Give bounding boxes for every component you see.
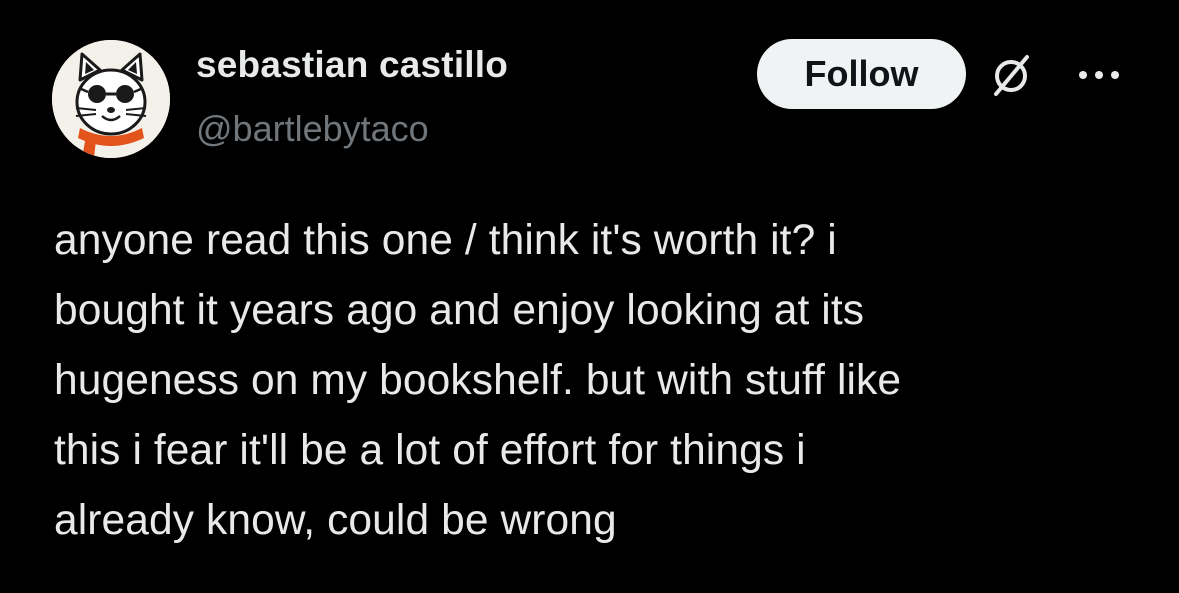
post-text: anyone read this one / think it's worth … bbox=[54, 217, 902, 544]
more-dots-icon[interactable] bbox=[1076, 63, 1122, 87]
author-display-name[interactable]: sebastian castillo bbox=[196, 44, 508, 86]
avatar[interactable] bbox=[52, 40, 170, 158]
follow-button[interactable]: Follow bbox=[757, 39, 966, 109]
author-handle[interactable]: @bartlebytaco bbox=[196, 108, 429, 150]
slashed-circle-icon[interactable] bbox=[988, 52, 1034, 98]
cat-avatar-icon bbox=[52, 40, 170, 158]
post-card: sebastian castillo @bartlebytaco Follow … bbox=[0, 0, 1179, 593]
